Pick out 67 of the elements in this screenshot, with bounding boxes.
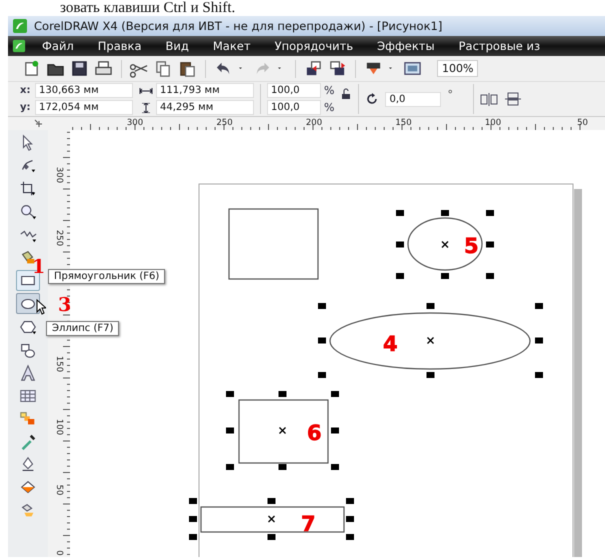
paste-icon[interactable] — [178, 59, 197, 78]
menu-item[interactable]: Эффекты — [377, 39, 435, 53]
app-icon — [12, 18, 28, 34]
angle-field[interactable]: 0,0 — [385, 92, 442, 106]
selection-handles[interactable] — [318, 303, 543, 378]
scale-field[interactable]: 100,0 — [267, 100, 321, 115]
field-label: x: — [20, 85, 32, 96]
crop-icon — [19, 180, 37, 198]
degree-sign: ° — [447, 88, 453, 101]
copy-icon[interactable] — [154, 59, 173, 78]
percent-sign: % — [324, 84, 334, 97]
new-icon[interactable] — [22, 59, 41, 78]
import-icon[interactable] — [304, 59, 323, 78]
rectangle-shape[interactable] — [228, 208, 319, 280]
width-icon — [139, 86, 153, 96]
selection-handles[interactable] — [396, 210, 494, 279]
center-mark-icon — [441, 240, 449, 248]
app-icon — [12, 39, 26, 53]
tooltip: Эллипс (F7) — [46, 321, 120, 336]
scale-field[interactable]: 100,0 — [267, 83, 321, 98]
eyedropper-icon — [19, 432, 37, 450]
y-field[interactable]: 172,054 мм — [35, 100, 133, 115]
shape-number: 7 — [301, 512, 316, 536]
menu-item[interactable]: Вид — [166, 39, 189, 53]
menu-item[interactable]: Правка — [98, 39, 142, 53]
ruler-origin-icon[interactable] — [34, 118, 44, 128]
welcome-icon[interactable] — [403, 59, 422, 78]
horizontal-ruler: 300 250 200 150 100 50 — [70, 117, 605, 130]
lock-icon[interactable] — [340, 88, 352, 100]
height-field[interactable]: 44,295 мм — [156, 100, 254, 115]
step-number: 3 — [58, 296, 72, 314]
menu-item[interactable]: Растровые из — [458, 39, 540, 53]
step-number: 1 — [32, 258, 46, 276]
center-mark-icon — [278, 426, 286, 434]
text-tool-icon — [19, 364, 37, 382]
blend-icon — [19, 410, 37, 428]
print-icon[interactable] — [94, 59, 113, 78]
caption-text: зовать клавиши Ctrl и Shift. — [59, 0, 236, 16]
shape-number: 4 — [383, 332, 398, 356]
center-mark-icon — [268, 515, 276, 523]
menu-item[interactable]: Упорядочить — [274, 39, 354, 53]
height-icon — [139, 102, 153, 112]
save-icon[interactable] — [70, 59, 89, 78]
menu-item[interactable]: Файл — [42, 39, 74, 53]
center-mark-icon — [426, 336, 434, 344]
rotate-icon — [365, 92, 380, 106]
field-label: y: — [20, 102, 32, 113]
zoom-field[interactable]: 100% — [437, 60, 478, 77]
mirror-vertical-icon[interactable] — [504, 92, 522, 106]
width-field[interactable]: 111,793 мм — [156, 83, 254, 98]
shape-number: 5 — [464, 234, 479, 258]
menu-item[interactable]: Макет — [212, 39, 251, 53]
mirror-horizontal-icon[interactable] — [480, 92, 498, 106]
ellipse-shape[interactable] — [329, 312, 531, 370]
rectangle-shape[interactable] — [200, 506, 345, 533]
shape-number: 6 — [307, 421, 322, 445]
selection-handles[interactable] — [226, 391, 339, 470]
ellipse-shape[interactable] — [407, 217, 483, 271]
magnifier-icon — [19, 202, 37, 220]
percent-sign: % — [324, 101, 334, 114]
export-icon[interactable] — [328, 59, 347, 78]
selection-handles[interactable] — [189, 498, 354, 540]
rectangle-shape[interactable] — [238, 399, 329, 464]
window-title: CorelDRAW X4 (Версия для ИВТ - не для перепродажи) - [Рисунок1] — [34, 19, 442, 33]
x-field[interactable]: 130,663 мм — [35, 83, 133, 98]
cursor-icon — [36, 299, 46, 315]
tooltip: Прямоугольник (F6) — [48, 269, 166, 284]
